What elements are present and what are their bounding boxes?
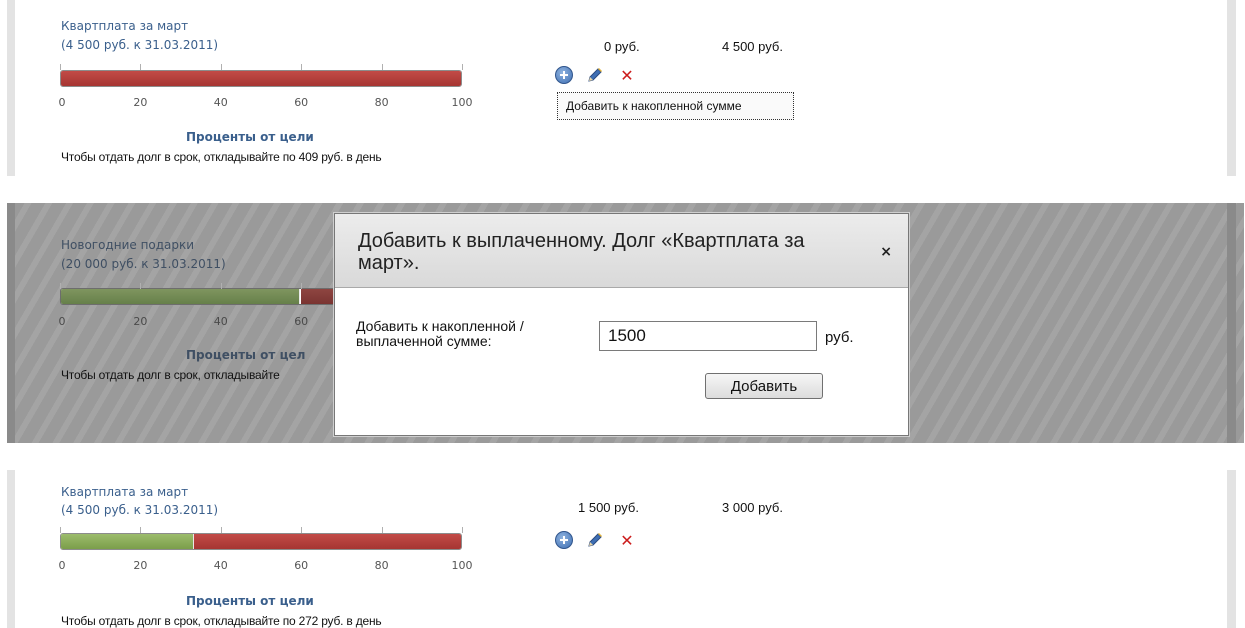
debt-subtitle: (4 500 руб. к 31.03.2011) (61, 38, 219, 52)
amount-label: Добавить к накопленной / выплаченной сум… (356, 318, 524, 349)
panel-right-border (1227, 203, 1236, 443)
dialog-title: Добавить к выплаченному. Долг «Квартплат… (358, 230, 805, 274)
progress-axis: 0 20 40 60 80 100 (58, 64, 473, 110)
axis-tick-label: 40 (213, 559, 228, 572)
daily-saving-hint: Чтобы отдать долг в срок, откладывайте (61, 368, 280, 382)
axis-tick-label: 100 (451, 96, 473, 109)
axis-tick-label: 80 (374, 96, 389, 109)
progress-bar (60, 70, 462, 87)
axis-tick-mark (60, 527, 61, 533)
progress-remaining-segment (194, 534, 461, 549)
axis-tick-label: 20 (133, 96, 148, 109)
paid-amount: 0 руб. (604, 39, 640, 54)
debt-title[interactable]: Квартплата за март (61, 483, 188, 501)
axis-tick-label: 60 (294, 315, 309, 328)
daily-saving-hint: Чтобы отдать долг в срок, откладывайте п… (61, 150, 382, 164)
axis-tick-label: 0 (58, 315, 66, 328)
axis-tick-label: 100 (451, 559, 473, 572)
axis-tick-mark (140, 64, 142, 70)
axis-title: Проценты от цели (186, 594, 314, 608)
axis-tick-label: 20 (133, 559, 148, 572)
axis-tick-mark (220, 527, 222, 533)
progress-paid-segment (61, 534, 195, 549)
axis-tick-label: 40 (213, 315, 228, 328)
debt-subtitle: (4 500 руб. к 31.03.2011) (61, 503, 219, 517)
debt-panel-before: Квартплата за март (4 500 руб. к 31.03.2… (7, 0, 1244, 176)
panel-right-border (1227, 0, 1236, 176)
axis-tick-label: 80 (374, 559, 389, 572)
plus-circle-icon[interactable] (555, 531, 573, 549)
dialog-header: Добавить к выплаченному. Долг «Квартплат… (335, 214, 908, 288)
axis-tick-mark (140, 527, 142, 533)
remaining-amount: 3 000 руб. (722, 500, 783, 515)
axis-tick-label: 60 (294, 559, 309, 572)
axis-tick-mark (140, 283, 142, 289)
pencil-icon[interactable] (586, 531, 604, 549)
progress-paid-segment (61, 289, 300, 304)
axis-tick-mark (462, 64, 463, 70)
axis-tick-mark (381, 527, 383, 533)
axis-tick-mark (301, 283, 303, 289)
axis-tick-label: 20 (133, 315, 148, 328)
amount-input[interactable] (599, 321, 817, 351)
axis-tick-label: 40 (213, 96, 228, 109)
debt-subtitle: (20 000 руб. к 31.03.2011) (61, 257, 226, 271)
currency-unit: руб. (825, 329, 854, 346)
red-x-icon[interactable]: ✕ (618, 67, 636, 85)
axis-tick-label: 0 (58, 96, 66, 109)
debt-title: Новогодние подарки (61, 238, 195, 252)
axis-tick-mark (462, 527, 463, 533)
add-tooltip: Добавить к накопленной сумме (557, 92, 794, 120)
axis-tick-mark (301, 527, 303, 533)
progress-bar (60, 533, 462, 550)
axis-tick-mark (301, 64, 303, 70)
panel-left-border (7, 203, 15, 443)
add-payment-dialog: Добавить к выплаченному. Долг «Квартплат… (334, 213, 909, 436)
daily-saving-hint: Чтобы отдать долг в срок, откладывайте п… (61, 614, 382, 628)
plus-circle-icon[interactable] (555, 66, 573, 84)
axis-tick-mark (60, 64, 61, 70)
remaining-amount: 4 500 руб. (722, 39, 783, 54)
axis-title: Проценты от цели (186, 130, 314, 144)
panel-left-border (7, 470, 15, 628)
close-icon[interactable]: × (880, 244, 892, 260)
progress-bar (60, 288, 350, 305)
progress-axis: 0 20 40 60 80 100 (58, 527, 473, 573)
axis-tick-mark (220, 283, 222, 289)
panel-right-border (1227, 470, 1236, 628)
add-button[interactable]: Добавить (705, 373, 823, 399)
axis-tick-mark (220, 64, 222, 70)
axis-tick-label: 0 (58, 559, 66, 572)
red-x-icon[interactable]: ✕ (618, 532, 636, 550)
axis-title: Проценты от цел (186, 348, 306, 362)
debt-panel-after: Квартплата за март (4 500 руб. к 31.03.2… (7, 470, 1244, 628)
panel-left-border (7, 0, 15, 176)
axis-tick-label: 60 (294, 96, 309, 109)
axis-tick-mark (60, 283, 61, 289)
debt-title[interactable]: Квартплата за март (61, 17, 188, 35)
pencil-icon[interactable] (586, 66, 604, 84)
progress-remaining-segment (61, 71, 461, 86)
paid-amount: 1 500 руб. (578, 500, 639, 515)
axis-tick-mark (381, 64, 383, 70)
